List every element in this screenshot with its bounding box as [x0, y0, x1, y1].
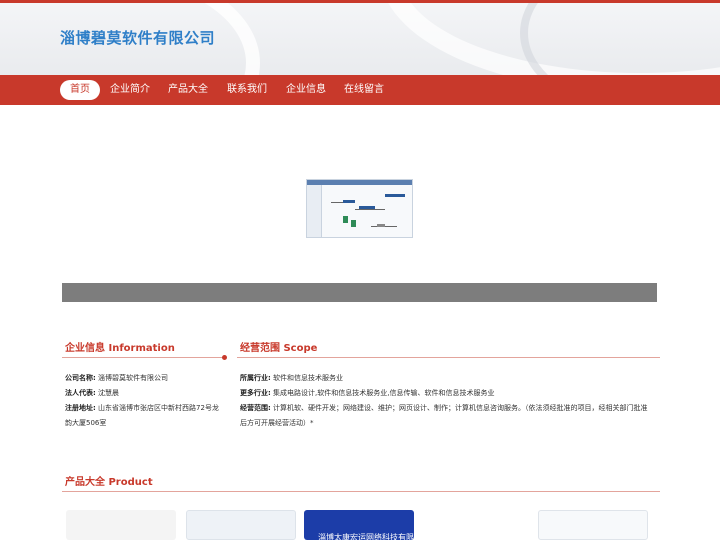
- info-label: 公司名称:: [65, 374, 96, 382]
- site-header: 淄博碧莫软件有限公司: [0, 3, 720, 75]
- product-card[interactable]: [186, 510, 296, 540]
- scope-row-more-industries: 更多行业: 集成电路设计,软件和信息技术服务业,信息传输、软件和信息技术服务业: [240, 386, 495, 401]
- section-divider: [62, 357, 226, 358]
- product-card-text: 淄博太康宏运网络科技有限公: [318, 533, 414, 540]
- info-label: 注册地址:: [65, 404, 96, 412]
- info-value: 韵大厦506室: [65, 419, 107, 427]
- info-value: 淄博碧莫软件有限公司: [98, 374, 169, 382]
- scope-label: 经营范围:: [240, 404, 271, 412]
- scope-label: 所属行业:: [240, 374, 271, 382]
- scope-row-business-scope-cont: 后方可开展经营活动）*: [240, 416, 314, 431]
- scope-value: 计算机软、硬件开发；网络建设、维护；网页设计、制作；计算机信息咨询服务。（依法须…: [273, 404, 648, 412]
- product-card[interactable]: 淄博太康宏运网络科技有限公: [304, 510, 414, 540]
- info-row-company-name: 公司名称: 淄博碧莫软件有限公司: [65, 371, 168, 386]
- products-title: 产品大全 Product: [65, 477, 153, 488]
- scope-value: 软件和信息技术服务业: [273, 374, 344, 382]
- banner-image: [306, 179, 413, 238]
- product-card[interactable]: [424, 510, 534, 540]
- info-row-address-cont: 韵大厦506室: [65, 416, 106, 431]
- site-title[interactable]: 淄博碧莫软件有限公司: [60, 27, 215, 48]
- product-card[interactable]: [66, 510, 176, 540]
- scope-row-business-scope: 经营范围: 计算机软、硬件开发；网络建设、维护；网页设计、制作；计算机信息咨询服…: [240, 401, 648, 416]
- info-row-address: 注册地址: 山东省淄博市张店区中新村西路72号龙: [65, 401, 219, 416]
- divider-dot: [222, 355, 227, 360]
- scope-value: 集成电路设计,软件和信息技术服务业,信息传输、软件和信息技术服务业: [273, 389, 495, 397]
- nav-about[interactable]: 企业简介: [100, 80, 160, 100]
- nav-contact[interactable]: 联系我们: [217, 80, 277, 100]
- nav-company-info[interactable]: 企业信息: [276, 80, 336, 100]
- section-divider: [62, 491, 660, 492]
- scope-value: 后方可开展经营活动）*: [240, 419, 314, 427]
- gray-banner-strip: [62, 283, 657, 302]
- info-label: 法人代表:: [65, 389, 96, 397]
- scope-title: 经营范围 Scope: [240, 343, 318, 354]
- header-decoration: [520, 3, 720, 75]
- info-row-legal-rep: 法人代表: 沈慧晨: [65, 386, 119, 401]
- info-value: 山东省淄博市张店区中新村西路72号龙: [98, 404, 219, 412]
- main-navigation: 首页 企业简介 产品大全 联系我们 企业信息 在线留言: [0, 75, 720, 105]
- scope-row-industry: 所属行业: 软件和信息技术服务业: [240, 371, 343, 386]
- section-divider: [237, 357, 660, 358]
- nav-home[interactable]: 首页: [60, 80, 100, 100]
- scope-label: 更多行业:: [240, 389, 271, 397]
- nav-message[interactable]: 在线留言: [334, 80, 394, 100]
- info-value: 沈慧晨: [98, 389, 120, 397]
- company-info-title: 企业信息 Information: [65, 343, 175, 354]
- nav-products[interactable]: 产品大全: [158, 80, 218, 100]
- product-card[interactable]: [538, 510, 648, 540]
